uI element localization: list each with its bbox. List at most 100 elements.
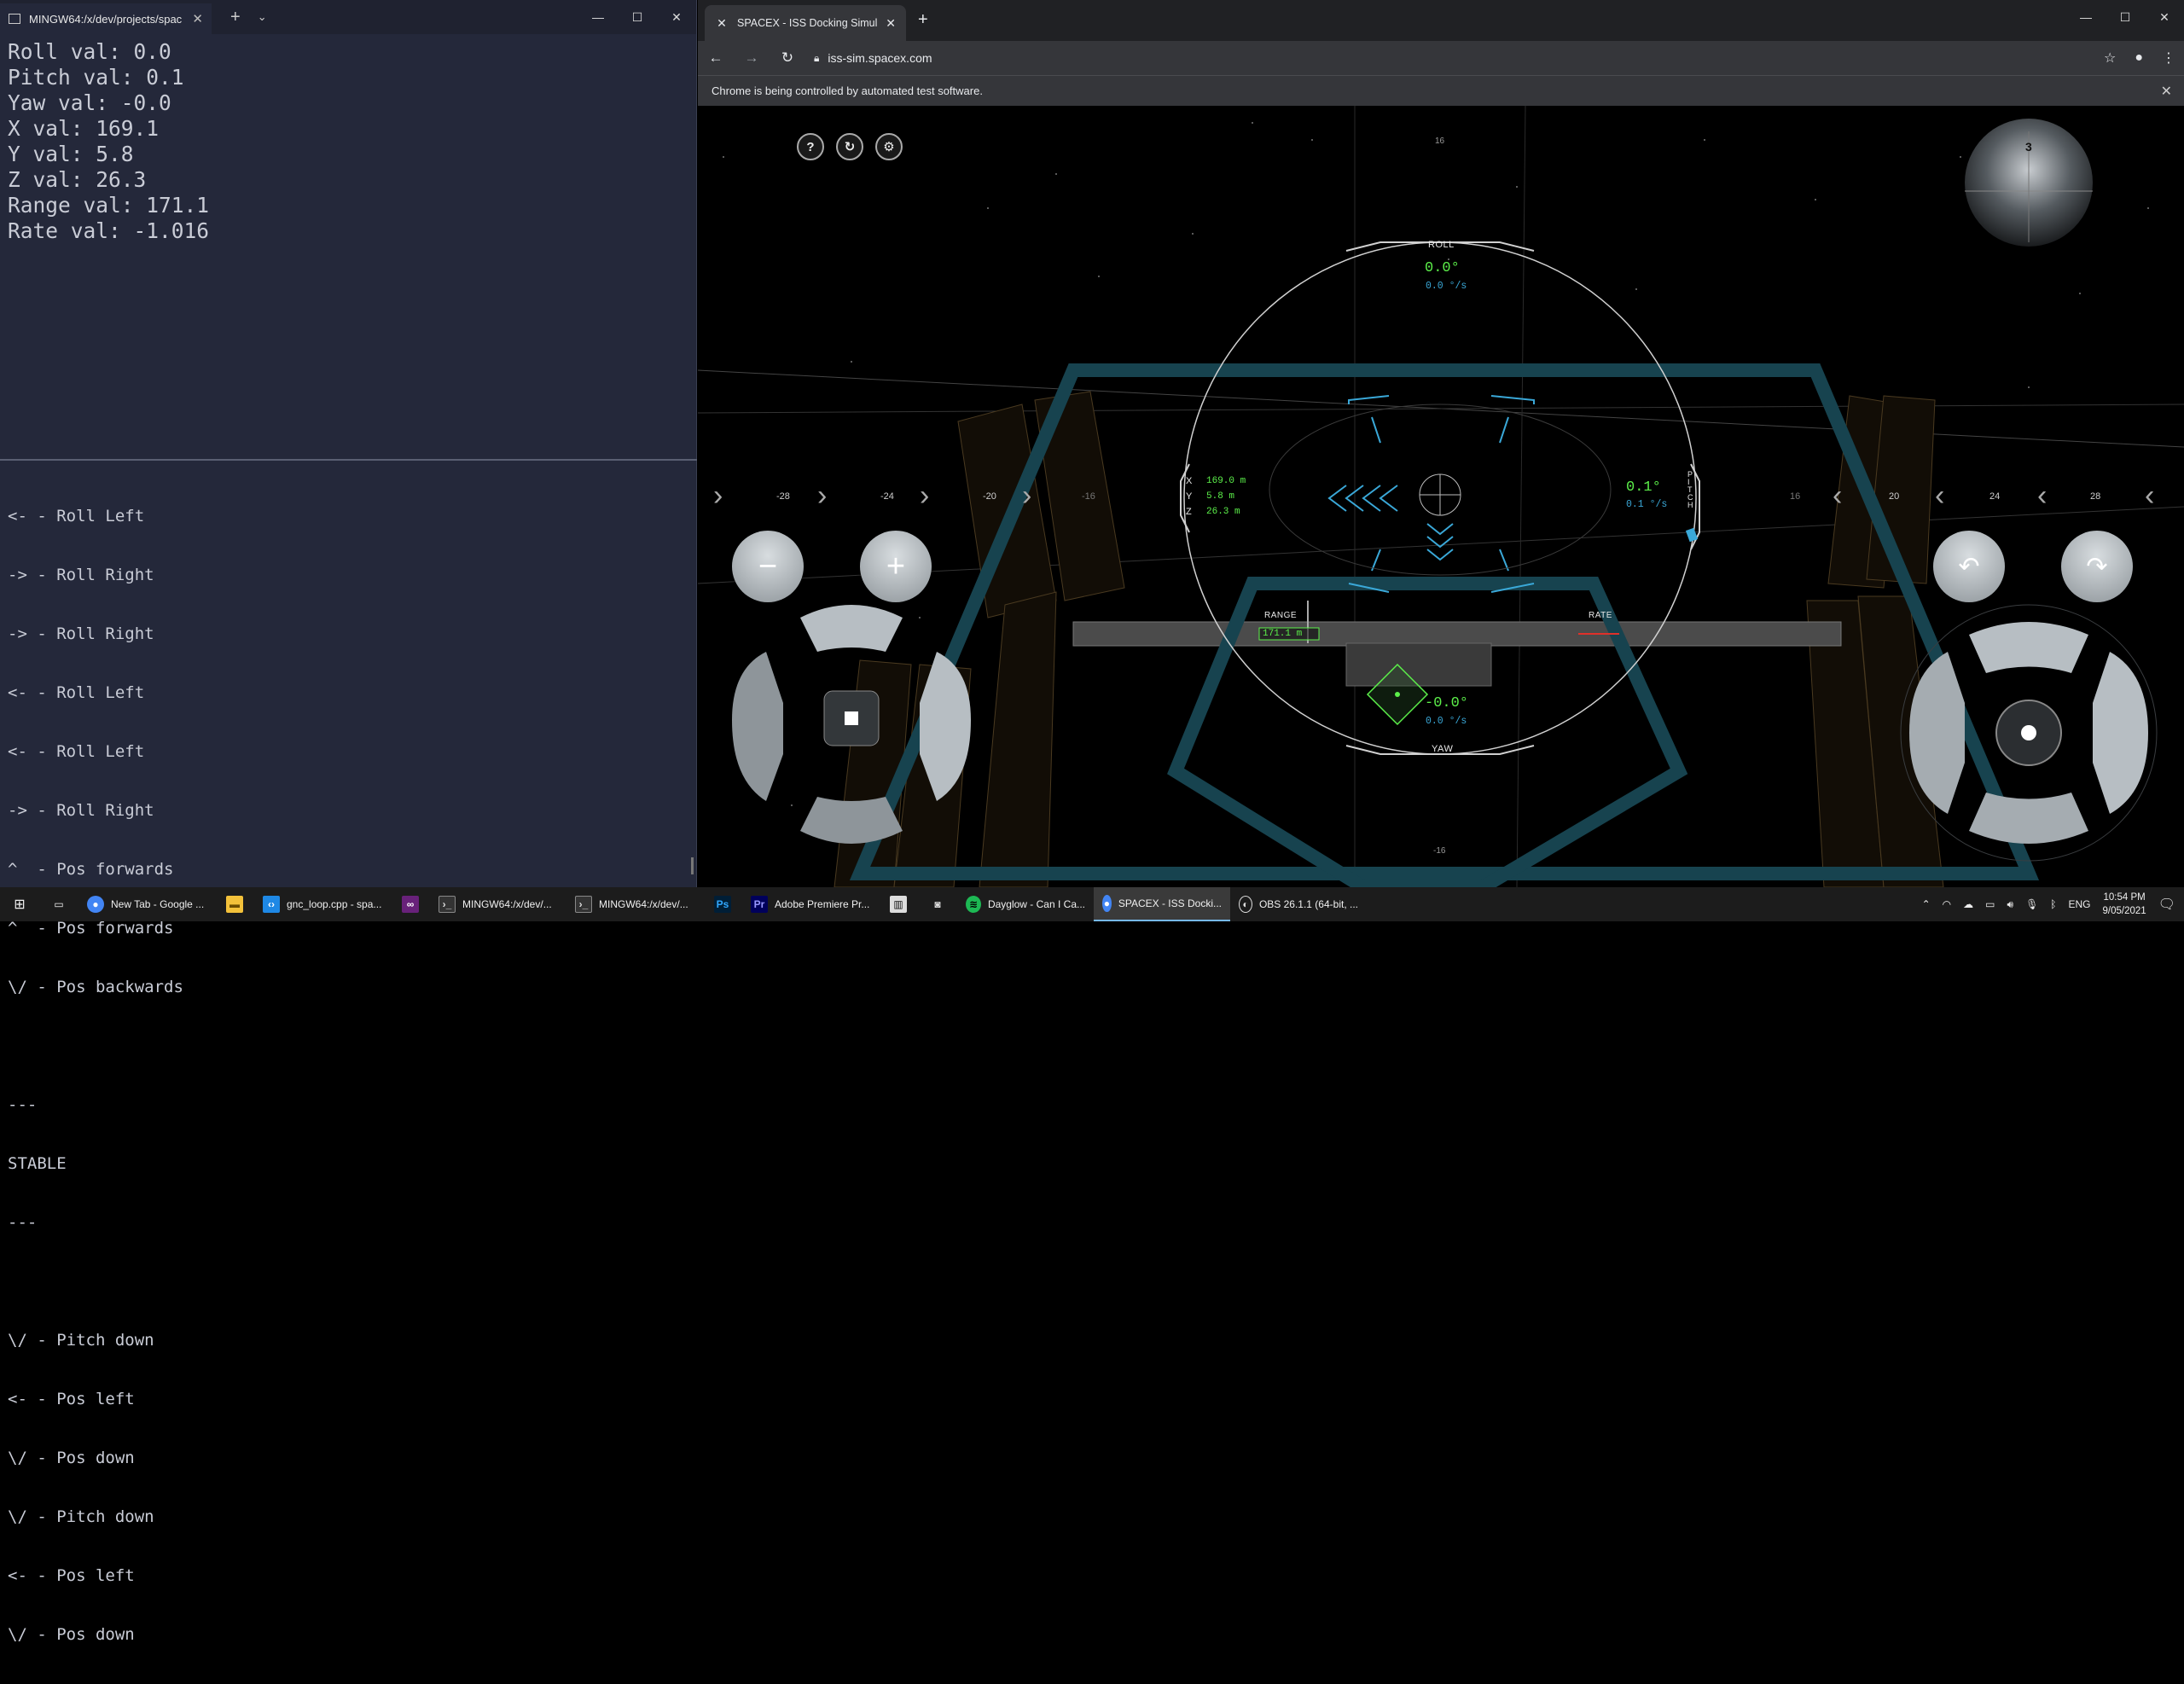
taskbar-item[interactable]: ≋ Dayglow - Can I Ca... (957, 887, 1094, 921)
taskbar-item[interactable]: ● SPACEX - ISS Docki... (1094, 887, 1230, 921)
reload-icon[interactable]: ↻ (778, 49, 797, 67)
taskbar-item-label: Adobe Premiere Pr... (775, 898, 870, 910)
volume-icon[interactable]: 🔊︎ (2007, 898, 2014, 911)
taskbar-item[interactable]: ›_ MINGW64:/x/dev/... (566, 887, 703, 921)
terminal-window-controls: — ☐ ✕ (578, 0, 696, 34)
taskbar-item[interactable]: Pr Adobe Premiere Pr... (742, 887, 879, 921)
settings-button[interactable]: ⚙ (875, 133, 903, 160)
new-tab-icon[interactable]: + (918, 10, 928, 30)
lock-icon: 🔒︎ (814, 51, 820, 64)
roll-right-button[interactable]: ↷ (2061, 531, 2133, 602)
close-icon[interactable]: ✕ (886, 16, 896, 31)
clock-time: 10:54 PM (2103, 892, 2146, 903)
chevron-right-icon: › (713, 479, 723, 512)
close-icon[interactable]: ✕ (2161, 83, 2172, 100)
maximize-icon[interactable]: ☐ (2106, 0, 2145, 34)
docking-simulator[interactable]: ? ↻ ⚙ 3 16 -16 › -28 › -24 › -20 › -16 1… (698, 106, 2184, 887)
browser-toolbar: ← → ↻ 🔒︎ iss-sim.spacex.com ☆ ● ⋮ (698, 41, 2184, 75)
scale-tick-label: 20 (1889, 491, 1900, 502)
bottom-tick-label: -16 (1433, 846, 1446, 856)
yaw-left-button[interactable] (1909, 652, 1965, 814)
scrollbar[interactable] (691, 857, 694, 874)
close-icon[interactable]: ✕ (2145, 0, 2184, 34)
help-button[interactable]: ? (797, 133, 824, 160)
taskbar-item[interactable]: ● New Tab - Google ... (78, 887, 215, 921)
address-bar[interactable]: 🔒︎ iss-sim.spacex.com (814, 45, 2087, 71)
telemetry-output: Roll val: 0.0 Pitch val: 0.1 Yaw val: -0… (0, 34, 696, 461)
translate-down-button[interactable] (800, 797, 903, 857)
log-line: -> - Roll Right (8, 801, 154, 820)
log-line: STABLE (8, 1154, 67, 1173)
language-indicator[interactable]: ENG (2069, 898, 2091, 910)
telemetry-line: Range val: 171.1 (8, 193, 210, 218)
maximize-icon[interactable]: ☐ (618, 0, 657, 34)
terminal-tab-title: MINGW64:/x/dev/projects/spac (29, 12, 183, 26)
network-icon[interactable]: ◠ (1943, 898, 1951, 910)
profile-icon[interactable]: ● (2135, 50, 2143, 66)
chevron-down-icon[interactable]: ⌄ (258, 10, 267, 24)
terminal-tab[interactable]: MINGW64:/x/dev/projects/spac ✕ (0, 3, 212, 34)
log-line: -> - Roll Right (8, 566, 154, 584)
taskbar-item[interactable]: Ps (703, 887, 742, 921)
minus-icon: − (758, 548, 778, 584)
minimize-icon[interactable]: — (578, 0, 618, 34)
translate-right-button[interactable] (920, 652, 971, 801)
task-view-button[interactable]: ▭ (39, 887, 78, 921)
cloud-icon[interactable]: ☁ (1963, 898, 1973, 910)
chevron-up-icon[interactable]: ⌃ (1922, 898, 1931, 910)
display-icon[interactable]: ▭ (1985, 898, 1995, 910)
rotation-center-button[interactable] (1996, 700, 2061, 765)
hud-inner-brackets (1327, 395, 1535, 593)
translate-stop-button[interactable] (824, 691, 879, 746)
pitch-down-button[interactable] (1969, 793, 2088, 857)
discord-icon: ◙ (934, 898, 941, 910)
restart-button[interactable]: ↻ (836, 133, 863, 160)
spotify-icon: ≋ (966, 896, 981, 913)
telemetry-line: Y val: 5.8 (8, 142, 134, 166)
z-position-value: 26.3 m (1206, 507, 1240, 517)
translate-left-button[interactable] (732, 652, 783, 801)
clock[interactable]: 10:54 PM 9/05/2021 (2103, 891, 2146, 918)
taskbar-item[interactable]: ▬ (215, 887, 254, 921)
log-line: -> - Roll Right (8, 624, 154, 643)
chrome-icon: ● (87, 896, 104, 913)
windows-icon: ⊞ (14, 897, 26, 912)
zoom-out-button[interactable]: − (732, 531, 804, 602)
log-line: <- - Pos left (8, 1566, 135, 1585)
pitch-up-button[interactable] (1969, 609, 2088, 673)
bluetooth-icon[interactable]: ᛒ (2050, 898, 2056, 910)
scale-tick-label: -16 (1082, 491, 1095, 502)
terminal-tab-icon (9, 14, 20, 24)
browser-tab[interactable]: ✕ SPACEX - ISS Docking Simulator ✕ (705, 5, 906, 41)
menu-icon[interactable]: ⋮ (2162, 49, 2175, 67)
notification-icon[interactable]: 🗨︎ (2158, 896, 2175, 913)
taskbar-item-label: Dayglow - Can I Ca... (987, 898, 1085, 910)
back-icon[interactable]: ← (706, 49, 725, 67)
pitch-rate: 0.1 °/s (1626, 499, 1668, 510)
taskbar-item[interactable]: ∞ (391, 887, 430, 921)
taskbar-item[interactable]: ›_ MINGW64:/x/dev/... (430, 887, 566, 921)
translate-up-button[interactable] (800, 592, 903, 652)
pane-divider[interactable] (0, 459, 697, 461)
forward-icon[interactable]: → (742, 49, 761, 67)
taskbar-item[interactable]: ‹› gnc_loop.cpp - spa... (254, 887, 391, 921)
taskbar-item[interactable]: ◙ (918, 887, 957, 921)
chevron-left-icon: ‹ (2037, 479, 2048, 512)
plus-icon: + (886, 548, 906, 584)
yaw-right-button[interactable] (2093, 652, 2148, 814)
log-line: --- (8, 1213, 38, 1232)
microphone-icon[interactable]: 🎙︎ (2025, 898, 2038, 910)
taskbar-item[interactable]: ▥ (879, 887, 918, 921)
log-line: ^ - Pos forwards (8, 860, 174, 879)
roll-label: ROLL (1428, 240, 1455, 250)
range-value: 171.1 m (1263, 629, 1303, 639)
taskbar-item[interactable]: ◐ OBS 26.1.1 (64-bit, ... (1230, 887, 1367, 921)
terminal-window: MINGW64:/x/dev/projects/spac ✕ + ⌄ — ☐ ✕… (0, 0, 697, 1644)
star-icon[interactable]: ☆ (2104, 49, 2116, 67)
start-button[interactable]: ⊞ (0, 887, 39, 921)
minimize-icon[interactable]: — (2066, 0, 2106, 34)
close-icon[interactable]: ✕ (657, 0, 696, 34)
close-icon[interactable]: ✕ (192, 11, 203, 26)
roll-left-button[interactable]: ↶ (1933, 531, 2005, 602)
new-tab-icon[interactable]: + (230, 8, 241, 27)
